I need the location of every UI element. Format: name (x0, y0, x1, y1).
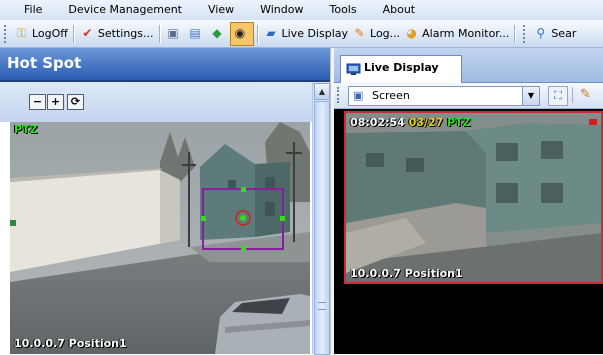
hotspot-button[interactable]: ◉ (229, 21, 254, 46)
ptz-handle-left[interactable] (201, 216, 206, 221)
tab-live-display[interactable]: Live Display (340, 55, 462, 83)
toolbar-separator (158, 24, 161, 43)
log-icon: ✎ (354, 26, 365, 40)
live-display-tab-bar: Live Display (334, 48, 603, 83)
scroll-thumb[interactable] (314, 101, 330, 355)
recording-indicator-icon (589, 119, 597, 125)
ptz-center-dot[interactable] (240, 215, 246, 221)
live-display-icon (346, 63, 361, 75)
device-button[interactable]: ▣ (164, 23, 186, 45)
menu-window[interactable]: Window (247, 0, 316, 20)
scroll-thumb-grip (318, 302, 326, 310)
toolbar-separator (514, 24, 517, 43)
settings-label: Settings... (97, 27, 154, 40)
refresh-button[interactable]: ⟳ (67, 94, 84, 110)
ptz-handle-bottom[interactable] (241, 246, 246, 251)
live-camera-image (346, 113, 601, 282)
zoom-out-button[interactable]: − (29, 94, 46, 110)
live-date: 03/27 (408, 116, 444, 129)
toolbar-separator (572, 87, 573, 103)
menu-file[interactable]: File (0, 0, 55, 20)
hot-spot-title-bar: Hot Spot (0, 48, 333, 82)
alarm-monitor-button[interactable]: ◕ Alarm Monitor... (402, 23, 511, 45)
alarm-monitor-label: Alarm Monitor... (422, 27, 510, 40)
menu-tools[interactable]: Tools (316, 0, 369, 20)
window-icon: ▤ (189, 26, 201, 40)
settings-icon: ✔ (82, 26, 93, 40)
fullscreen-button[interactable]: ⛶ (548, 86, 568, 106)
tab-label: Live Display (364, 61, 439, 74)
menu-view[interactable]: View (195, 0, 247, 20)
live-display-toolbar: ▣ Screen ▼ ⛶ ✎ (334, 83, 603, 109)
main-toolbar: ⚿ LogOff ✔ Settings... ▣ ▤ ◆ ◉ ▰ Live Di… (0, 20, 603, 48)
hot-spot-scrollbar[interactable]: ▲ (312, 82, 330, 355)
live-camera-position-label: 10.0.0.7 Position1 (350, 267, 463, 280)
scroll-up-icon[interactable]: ▲ (314, 83, 330, 100)
search-icon: ⚲ (536, 26, 546, 40)
zoom-in-button[interactable]: + (47, 94, 64, 110)
live-time: 08:02:54 (350, 116, 405, 129)
ptz-handle-top[interactable] (241, 187, 246, 192)
toolbar-grip[interactable] (523, 24, 528, 43)
menu-about[interactable]: About (370, 0, 429, 20)
ptz-handle-right[interactable] (280, 216, 285, 221)
alarm-icon: ◕ (406, 26, 417, 40)
log-button[interactable]: ✎ Log... (350, 23, 402, 45)
pen-icon[interactable]: ✎ (580, 87, 591, 102)
map-icon: ◆ (212, 26, 222, 40)
live-display-icon: ▰ (266, 26, 276, 40)
live-display-label: Live Display (281, 27, 349, 40)
search-button[interactable]: ⚲ Sear (531, 23, 578, 45)
live-ptz-label: PTZ (447, 116, 471, 129)
toolbar-grip[interactable] (4, 24, 9, 43)
screen-icon: ▣ (353, 89, 364, 102)
menu-device-management[interactable]: Device Management (55, 0, 195, 20)
screen-layout-select[interactable]: ▣ Screen ▼ (348, 86, 540, 106)
hot-spot-video[interactable]: PTZ 10.0.0.7 Position1 (10, 122, 310, 354)
panel-title: Hot Spot (7, 54, 82, 72)
camera-icon: ◉ (234, 26, 246, 40)
live-camera-tile[interactable]: 08:02:54 03/27 PTZ 10.0.0.7 Position1 (344, 111, 603, 284)
toolbar-separator (72, 24, 75, 43)
hot-spot-camera-image (10, 122, 310, 354)
live-display-button[interactable]: ▰ Live Display (262, 23, 351, 45)
window-button[interactable]: ▤ (186, 23, 208, 45)
logoff-label: LogOff (32, 27, 68, 40)
camera-position-label: 10.0.0.7 Position1 (14, 337, 127, 350)
toolbar-separator (256, 24, 259, 43)
hot-spot-toolbar: − + ⟳ (0, 82, 312, 122)
menu-bar: File Device Management View Window Tools… (0, 0, 603, 20)
key-icon: ⚿ (16, 26, 27, 40)
log-label: Log... (370, 27, 401, 40)
ptz-label: PTZ (14, 123, 38, 136)
search-label: Sear (551, 27, 577, 40)
chevron-down-icon[interactable]: ▼ (522, 87, 539, 105)
live-timestamp: 08:02:54 03/27 PTZ (350, 116, 471, 129)
screen-select-value: Screen (372, 89, 410, 102)
map-button[interactable]: ◆ (208, 23, 230, 45)
toolbar-grip[interactable] (337, 87, 342, 103)
device-icon: ▣ (167, 26, 179, 40)
settings-button[interactable]: ✔ Settings... (78, 23, 156, 45)
logoff-button[interactable]: ⚿ LogOff (12, 23, 70, 45)
